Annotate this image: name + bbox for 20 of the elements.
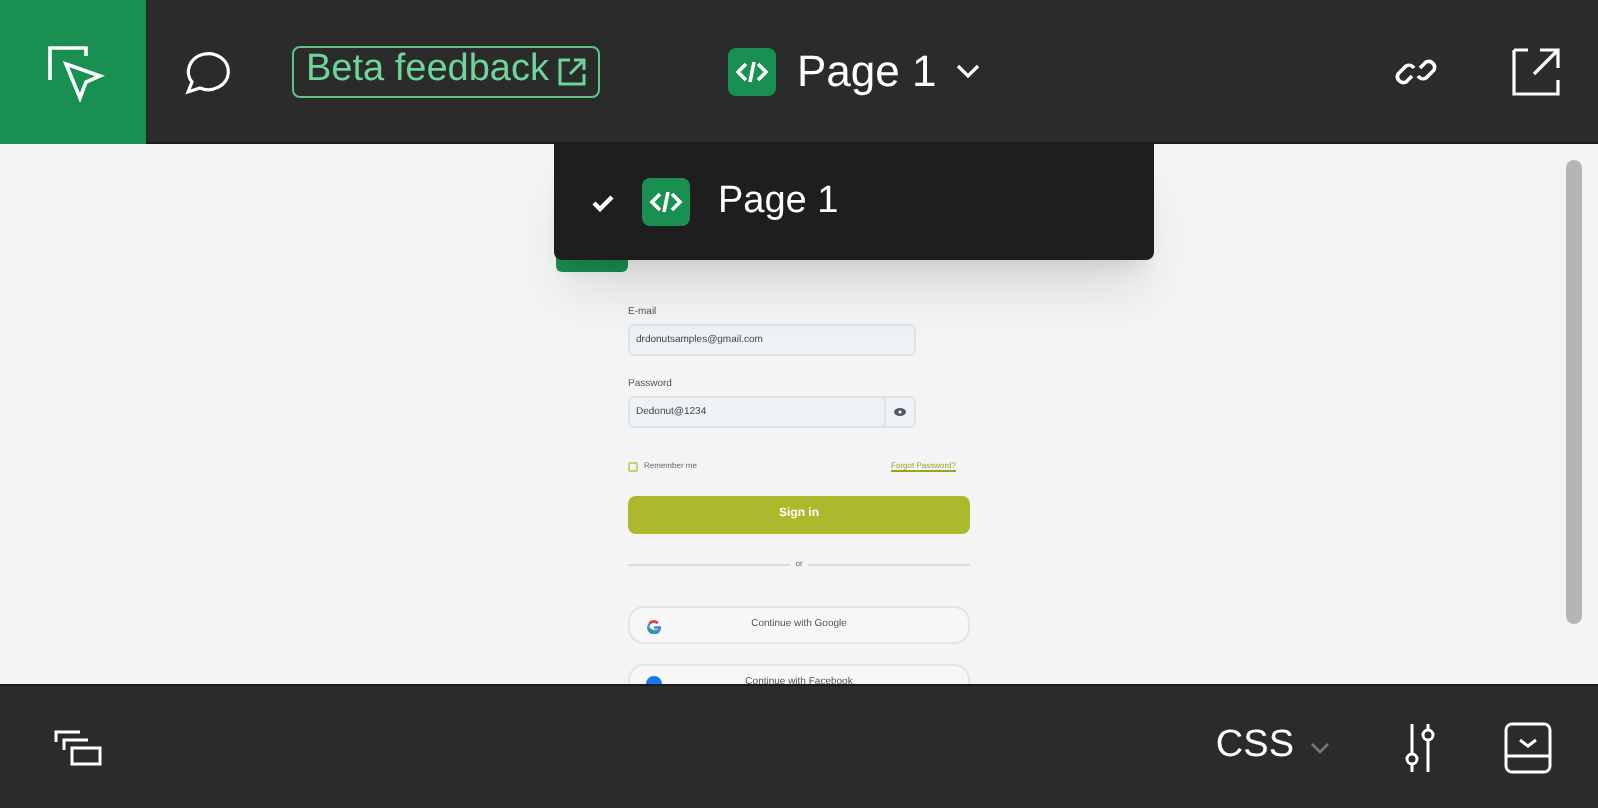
panel-collapse-icon <box>1504 721 1552 773</box>
beta-feedback-link[interactable]: Beta feedback <box>292 45 601 97</box>
show-password-button[interactable] <box>886 396 916 428</box>
checkmark-icon <box>591 193 613 211</box>
google-icon <box>646 618 662 634</box>
code-icon <box>642 178 690 226</box>
code-icon <box>728 47 777 95</box>
chevron-down-icon <box>956 63 981 79</box>
checkbox[interactable] <box>628 461 638 471</box>
panel-toggle-button[interactable] <box>1502 719 1554 775</box>
stacked-windows-icon <box>54 729 102 765</box>
menu-item[interactable]: Page 1 <box>554 162 1154 242</box>
external-link-icon <box>558 57 587 85</box>
page-selector[interactable]: Page 1 <box>728 38 981 104</box>
chevron-down-icon <box>1310 741 1330 753</box>
language-dropdown[interactable]: CSS <box>1215 718 1330 776</box>
sliders-icon <box>1402 721 1438 773</box>
select-tool-button[interactable] <box>0 0 146 143</box>
external-link-icon <box>1512 47 1560 95</box>
eye-icon <box>894 408 906 416</box>
